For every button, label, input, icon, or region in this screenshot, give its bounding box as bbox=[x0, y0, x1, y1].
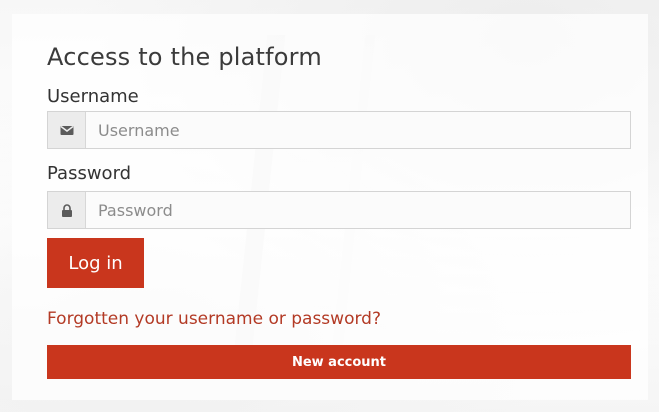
password-addon bbox=[48, 192, 86, 228]
password-input[interactable] bbox=[86, 192, 630, 228]
page-title: Access to the platform bbox=[47, 43, 322, 71]
username-label: Username bbox=[47, 86, 139, 107]
forgot-password-link[interactable]: Forgotten your username or password? bbox=[47, 309, 381, 329]
username-addon bbox=[48, 112, 86, 148]
envelope-icon bbox=[60, 125, 74, 136]
username-input[interactable] bbox=[86, 112, 630, 148]
password-label: Password bbox=[47, 163, 132, 184]
username-field bbox=[47, 111, 631, 149]
new-account-button[interactable]: New account bbox=[47, 345, 631, 379]
login-button[interactable]: Log in bbox=[47, 238, 144, 288]
lock-icon bbox=[61, 203, 73, 217]
password-field bbox=[47, 191, 631, 229]
